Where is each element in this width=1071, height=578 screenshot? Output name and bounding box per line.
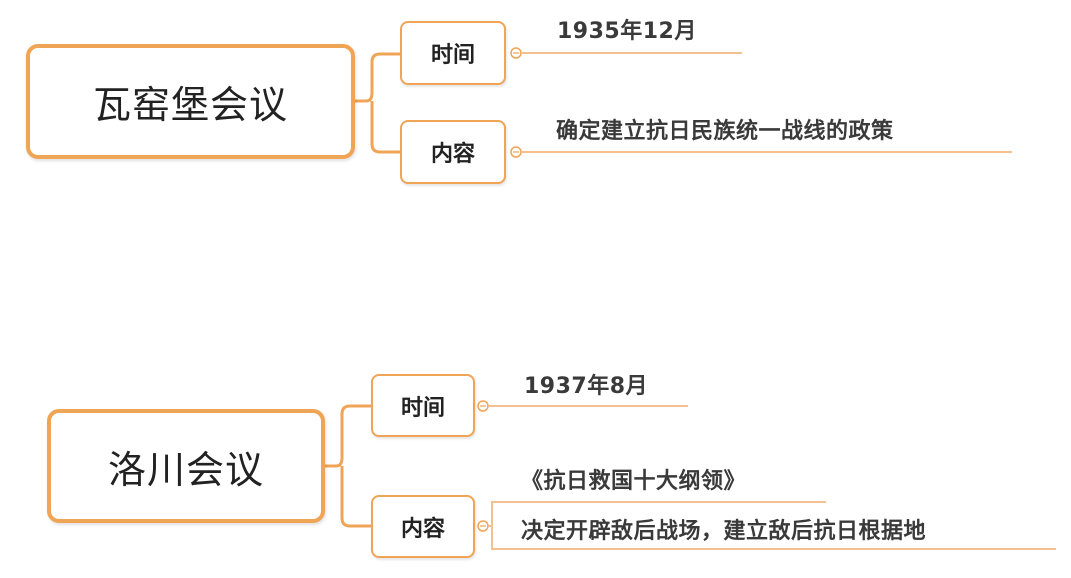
root-node-luochuan[interactable]: 洛川会议	[47, 409, 325, 523]
leaf-content-value-2b[interactable]: 决定开辟敌后战场，建立敌后抗日根据地	[521, 513, 926, 545]
leaf-time-value-2[interactable]: 1937年8月	[524, 368, 648, 400]
leaf-content-value-1[interactable]: 确定建立抗日民族统一战线的政策	[556, 113, 894, 145]
branch-content-2[interactable]: 内容	[371, 495, 475, 558]
bracket-time-1	[355, 52, 400, 103]
branch-time-1[interactable]: 时间	[400, 21, 506, 85]
bracket-content-1	[370, 101, 400, 154]
bracket-time-2	[325, 404, 371, 468]
branch-time-2[interactable]: 时间	[371, 374, 475, 437]
root-node-wayaobao[interactable]: 瓦窑堡会议	[26, 44, 355, 159]
branch-content-1[interactable]: 内容	[400, 120, 506, 184]
leaf-time-value-1[interactable]: 1935年12月	[557, 13, 697, 45]
mind-map-canvas: 瓦窑堡会议 时间 内容 1935年12月 确定建立抗日民族统一战线的政策 洛川会…	[0, 0, 1071, 578]
leaf-content-value-2a[interactable]: 《抗日救国十大纲领》	[521, 463, 746, 495]
bracket-content-2	[340, 466, 371, 528]
